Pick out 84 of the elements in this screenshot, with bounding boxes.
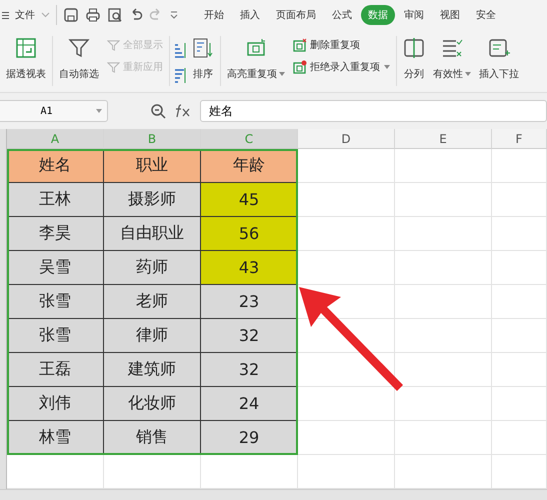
table-cell: 刘伟 <box>7 387 104 421</box>
menu-tab[interactable]: 插入 <box>233 5 267 25</box>
sort-icon <box>192 37 214 59</box>
printer-icon[interactable] <box>85 7 101 23</box>
column-header[interactable]: D <box>298 129 395 149</box>
ribbon-button[interactable]: 自动筛选 <box>57 34 101 84</box>
empty-cell <box>492 285 547 319</box>
table-cell: 29 <box>201 421 298 455</box>
table-cell: 45 <box>201 183 298 217</box>
table-cell: 药师 <box>104 251 201 285</box>
formula-field[interactable]: 姓名 <box>200 100 547 122</box>
table-cell: 建筑师 <box>104 353 201 387</box>
table-cell: 张雪 <box>7 319 104 353</box>
table-cell: 43 <box>201 251 298 285</box>
duplicates-icon <box>293 38 307 52</box>
table-cell: 王磊 <box>7 353 104 387</box>
split-columns-icon <box>403 37 425 59</box>
ribbon-button[interactable]: 插入下拉 <box>477 34 521 84</box>
save-icon[interactable] <box>63 7 79 23</box>
name-box[interactable]: A1 <box>0 100 108 122</box>
ribbon-button[interactable]: 高亮重复项 <box>225 34 287 84</box>
menu-tab[interactable]: 审阅 <box>397 5 431 25</box>
function-icon[interactable] <box>174 104 192 118</box>
menu-tab[interactable]: 安全 <box>469 5 503 25</box>
validation-icon <box>441 37 463 59</box>
caret-icon <box>384 65 390 69</box>
table-cell: 24 <box>201 387 298 421</box>
empty-cell <box>492 183 547 217</box>
table-cell: 23 <box>201 285 298 319</box>
table-cell: 摄影师 <box>104 183 201 217</box>
table-cell: 职业 <box>104 149 201 183</box>
dropdown-list-icon <box>488 37 510 59</box>
row-header[interactable] <box>0 455 7 489</box>
table-cell: 年龄 <box>201 149 298 183</box>
corner-header[interactable] <box>0 129 7 149</box>
column-header[interactable]: F <box>492 129 547 149</box>
menu-tab[interactable]: 开始 <box>197 5 231 25</box>
empty-cell <box>492 353 547 387</box>
sort-ascending-icon[interactable] <box>174 42 186 60</box>
table-cell: 张雪 <box>7 285 104 319</box>
file-menu[interactable]: 文件 <box>15 8 35 22</box>
ribbon-button[interactable]: 据透视表 <box>4 34 48 84</box>
table-cell: 老师 <box>104 285 201 319</box>
empty-cell <box>492 387 547 421</box>
table-cell: 56 <box>201 217 298 251</box>
menu-icon[interactable] <box>2 12 9 18</box>
empty-cell <box>492 217 547 251</box>
customize-icon[interactable] <box>169 11 179 19</box>
empty-cell <box>492 319 547 353</box>
table-cell: 林雪 <box>7 421 104 455</box>
empty-cell <box>492 149 547 183</box>
empty-cell <box>492 421 547 455</box>
table-cell: 32 <box>201 319 298 353</box>
sort-descending-icon[interactable] <box>174 66 186 84</box>
ribbon-button[interactable]: 删除重复项 <box>291 34 392 56</box>
caret-icon <box>465 72 471 76</box>
table-cell: 李昊 <box>7 217 104 251</box>
column-header[interactable]: E <box>395 129 492 149</box>
caret-icon <box>96 109 102 113</box>
duplicates-icon <box>293 60 307 74</box>
table-cell: 化妆师 <box>104 387 201 421</box>
search-icon[interactable] <box>150 103 166 119</box>
filter-icon <box>107 60 120 74</box>
menu-tab[interactable]: 视图 <box>433 5 467 25</box>
table-cell: 王林 <box>7 183 104 217</box>
table-cell: 32 <box>201 353 298 387</box>
preview-icon[interactable] <box>107 7 123 23</box>
ribbon-button[interactable]: 拒绝录入重复项 <box>291 56 392 78</box>
caret-icon <box>279 72 285 76</box>
ribbon-button[interactable]: 有效性 <box>431 34 473 84</box>
filter-icon <box>68 37 90 59</box>
menu-tab[interactable]: 页面布局 <box>269 5 323 25</box>
table-cell: 吴雪 <box>7 251 104 285</box>
table-cell: 销售 <box>104 421 201 455</box>
menu-tab[interactable]: 公式 <box>325 5 359 25</box>
pivot-table-icon <box>15 37 37 59</box>
table-cell: 自由职业 <box>104 217 201 251</box>
table-cell: 律师 <box>104 319 201 353</box>
filter-icon <box>107 38 120 52</box>
table-cell: 姓名 <box>7 149 104 183</box>
empty-cell <box>492 251 547 285</box>
ribbon-button[interactable]: 排序 <box>190 34 216 84</box>
ribbon-button[interactable]: 分列 <box>401 34 427 84</box>
chevron-icon[interactable] <box>41 12 50 18</box>
